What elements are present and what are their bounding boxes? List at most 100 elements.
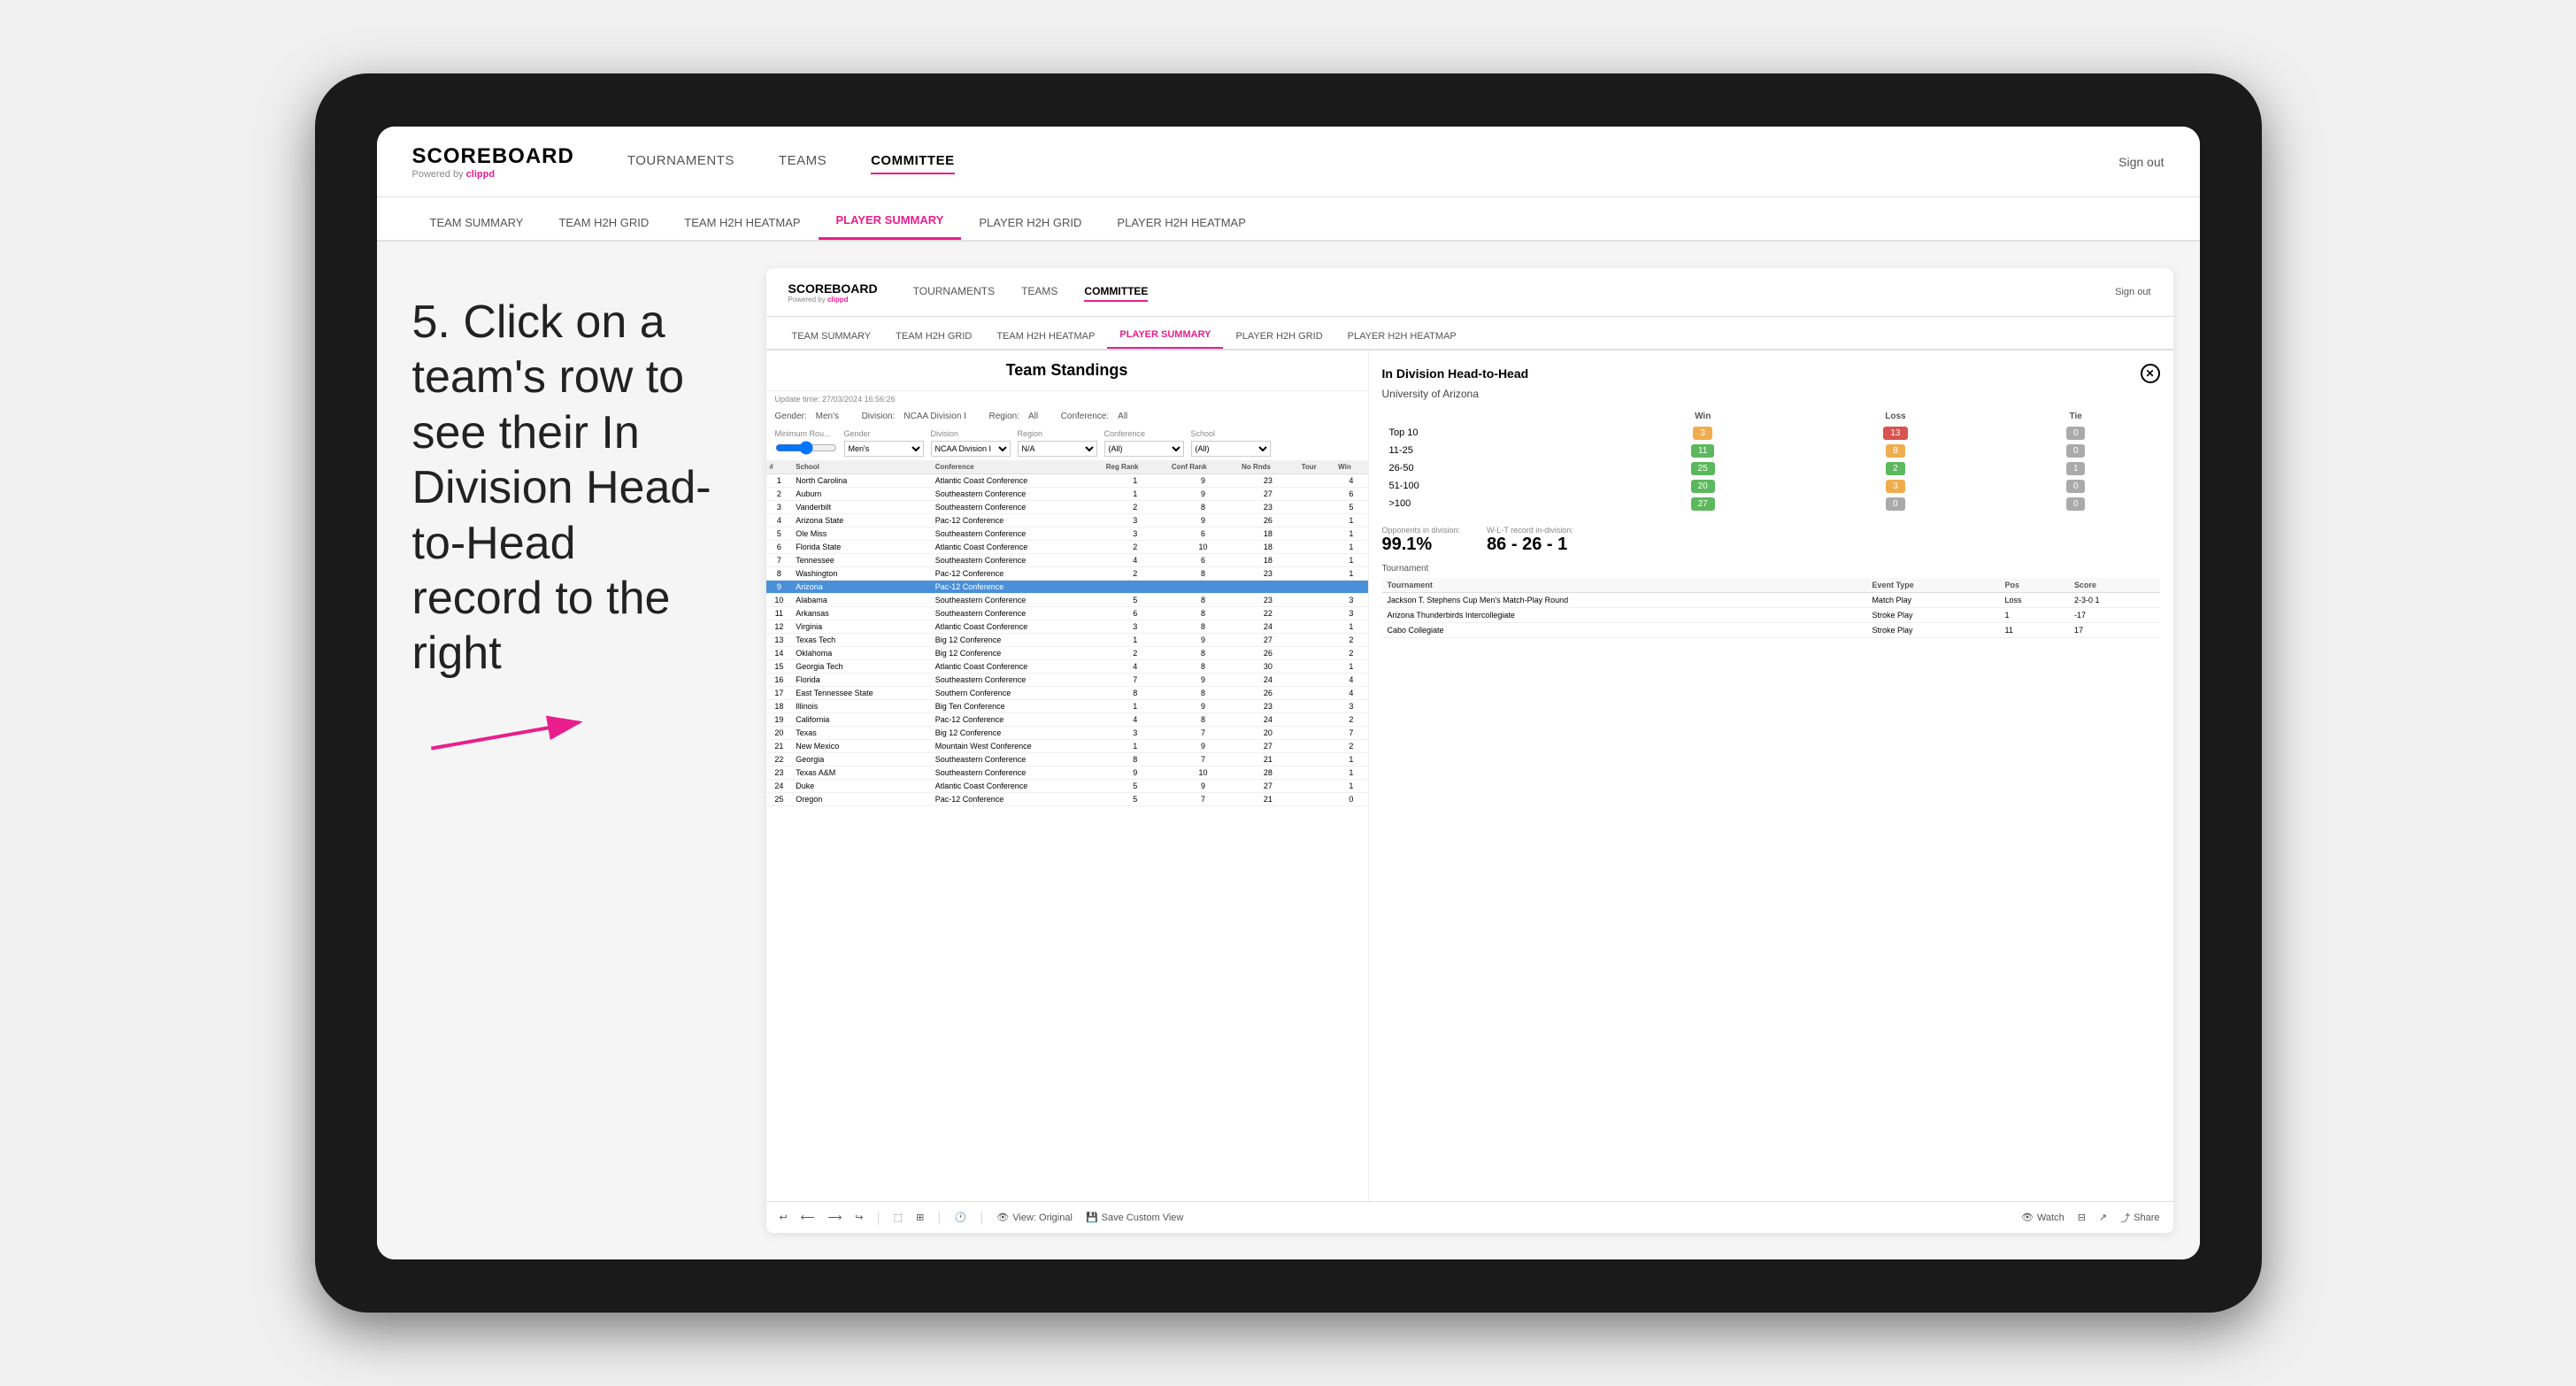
sub-tab-player-summary[interactable]: PLAYER SUMMARY — [819, 203, 962, 240]
right-panel: In Division Head-to-Head ✕ University of… — [1368, 350, 2173, 1201]
app-tab-player-summary[interactable]: PLAYER SUMMARY — [1107, 322, 1223, 349]
app-tab-team-h2h-heatmap[interactable]: TEAM H2H HEATMAP — [984, 324, 1107, 349]
table-row[interactable]: 13 Texas Tech Big 12 Conference 1 9 27 2 — [766, 634, 1368, 647]
separator-2: | — [937, 1210, 941, 1226]
h2h-close-button[interactable]: ✕ — [2141, 364, 2160, 383]
cell-tour — [1298, 501, 1335, 514]
copy-button[interactable]: ⬚ — [894, 1212, 903, 1223]
cell-conf-rank: 9 — [1168, 514, 1238, 527]
nav-tournaments[interactable]: TOURNAMENTS — [627, 149, 734, 174]
sub-tab-team-summary[interactable]: TEAM SUMMARY — [412, 205, 542, 240]
table-row[interactable]: 9 Arizona Pac-12 Conference — [766, 581, 1368, 594]
cell-win: 1 — [1334, 753, 1367, 766]
gender-select[interactable]: Men's — [844, 441, 924, 457]
tour-cell-type: Stroke Play — [1866, 608, 1999, 623]
tour-col-type: Event Type — [1866, 578, 1999, 593]
table-row[interactable]: 21 New Mexico Mountain West Conference 1… — [766, 740, 1368, 753]
table-row[interactable]: 2 Auburn Southeastern Conference 1 9 27 … — [766, 488, 1368, 501]
table-row[interactable]: 16 Florida Southeastern Conference 7 9 2… — [766, 674, 1368, 687]
instruction-panel: 5. Click on a team's row to see their In… — [377, 242, 749, 1259]
app-tab-team-h2h-grid[interactable]: TEAM H2H GRID — [883, 324, 984, 349]
layout-button[interactable]: ⊟ — [2078, 1212, 2086, 1223]
grid-button[interactable]: ⊞ — [916, 1212, 924, 1223]
cell-school: Tennessee — [792, 554, 932, 567]
table-row[interactable]: 17 East Tennessee State Southern Confere… — [766, 687, 1368, 700]
app-tab-team-summary[interactable]: TEAM SUMMARY — [780, 324, 884, 349]
gender-value: Men's — [816, 412, 839, 421]
nav-committee[interactable]: COMMITTEE — [871, 149, 955, 174]
app-sub-tabs: TEAM SUMMARY TEAM H2H GRID TEAM H2H HEAT… — [766, 317, 2173, 350]
view-original-button[interactable]: 👁 View: Original — [996, 1212, 1073, 1223]
cell-school: Florida — [792, 674, 932, 687]
table-row[interactable]: 1 North Carolina Atlantic Coast Conferen… — [766, 474, 1368, 488]
watch-button[interactable]: 👁 Watch — [2021, 1212, 2065, 1223]
h2h-cell-loss: 13 — [1799, 424, 1992, 442]
export-button[interactable]: ↗ — [2099, 1212, 2107, 1223]
cell-school: Vanderbilt — [792, 501, 932, 514]
sub-tab-team-h2h-grid[interactable]: TEAM H2H GRID — [541, 205, 666, 240]
cell-tour — [1298, 554, 1335, 567]
table-row[interactable]: 22 Georgia Southeastern Conference 8 7 2… — [766, 753, 1368, 766]
step-forward-button[interactable]: ⟶ — [828, 1212, 842, 1223]
col-reg-rank: Reg Rank — [1103, 460, 1168, 474]
table-row[interactable]: 6 Florida State Atlantic Coast Conferenc… — [766, 541, 1368, 554]
sub-tab-player-h2h-heatmap[interactable]: PLAYER H2H HEATMAP — [1099, 205, 1263, 240]
inner-nav-committee[interactable]: COMMITTEE — [1084, 282, 1148, 302]
conference-select[interactable]: (All) — [1104, 441, 1184, 457]
sub-tab-team-h2h-heatmap[interactable]: TEAM H2H HEATMAP — [666, 205, 818, 240]
cell-conference: Pac-12 Conference — [932, 713, 1103, 727]
division-select[interactable]: NCAA Division I — [931, 441, 1011, 457]
instruction-step: 5. — [412, 296, 450, 348]
cell-reg-rank: 4 — [1103, 660, 1168, 674]
table-row[interactable]: 20 Texas Big 12 Conference 3 7 20 7 — [766, 727, 1368, 740]
min-rounds-slider[interactable] — [775, 444, 837, 451]
table-row[interactable]: 5 Ole Miss Southeastern Conference 3 6 1… — [766, 527, 1368, 541]
cell-conference: Southeastern Conference — [932, 674, 1103, 687]
undo-button[interactable]: ↩ — [780, 1212, 788, 1223]
inner-sign-out[interactable]: Sign out — [2115, 287, 2150, 297]
cell-conf-rank: 8 — [1168, 713, 1238, 727]
top-nav-menu: TOURNAMENTS TEAMS COMMITTEE — [627, 149, 2118, 174]
table-row[interactable]: 8 Washington Pac-12 Conference 2 8 23 1 — [766, 567, 1368, 581]
table-row[interactable]: 25 Oregon Pac-12 Conference 5 7 21 0 — [766, 793, 1368, 806]
standings-table: # School Conference Reg Rank Conf Rank N… — [766, 460, 1368, 806]
nav-teams[interactable]: TEAMS — [779, 149, 827, 174]
app-tab-player-h2h-heatmap[interactable]: PLAYER H2H HEATMAP — [1335, 324, 1469, 349]
table-row[interactable]: 14 Oklahoma Big 12 Conference 2 8 26 2 — [766, 647, 1368, 660]
redo-button[interactable]: ↪ — [855, 1212, 863, 1223]
app-tab-player-h2h-grid[interactable]: PLAYER H2H GRID — [1223, 324, 1334, 349]
share-button[interactable]: ⤴ Share — [2120, 1211, 2159, 1225]
cell-conference: Pac-12 Conference — [932, 567, 1103, 581]
table-row[interactable]: 11 Arkansas Southeastern Conference 6 8 … — [766, 607, 1368, 620]
table-row[interactable]: 12 Virginia Atlantic Coast Conference 3 … — [766, 620, 1368, 634]
school-select[interactable]: (All) — [1191, 441, 1271, 457]
conference-label: Conference: — [1061, 412, 1109, 421]
region-select[interactable]: N/A — [1018, 441, 1097, 457]
table-row[interactable]: 3 Vanderbilt Southeastern Conference 2 8… — [766, 501, 1368, 514]
table-row[interactable]: 18 Illinois Big Ten Conference 1 9 23 3 — [766, 700, 1368, 713]
app-inner-header: SCOREBOARD Powered by clippd TOURNAMENTS… — [766, 268, 2173, 317]
table-row[interactable]: 10 Alabama Southeastern Conference 5 8 2… — [766, 594, 1368, 607]
sub-tab-player-h2h-grid[interactable]: PLAYER H2H GRID — [961, 205, 1099, 240]
clock-button[interactable]: 🕐 — [954, 1212, 966, 1223]
cell-conf-rank: 10 — [1168, 541, 1238, 554]
table-row[interactable]: 24 Duke Atlantic Coast Conference 5 9 27… — [766, 780, 1368, 793]
sign-out-button[interactable]: Sign out — [2118, 155, 2164, 169]
table-row[interactable]: 15 Georgia Tech Atlantic Coast Conferenc… — [766, 660, 1368, 674]
cell-school: North Carolina — [792, 474, 932, 488]
cell-num: 8 — [766, 567, 793, 581]
table-row[interactable]: 19 California Pac-12 Conference 4 8 24 2 — [766, 713, 1368, 727]
inner-nav-tournaments[interactable]: TOURNAMENTS — [913, 282, 995, 302]
table-row[interactable]: 4 Arizona State Pac-12 Conference 3 9 26… — [766, 514, 1368, 527]
col-win: Win — [1334, 460, 1367, 474]
cell-num: 6 — [766, 541, 793, 554]
save-custom-button[interactable]: 💾 Save Custom View — [1086, 1212, 1183, 1223]
inner-nav-teams[interactable]: TEAMS — [1021, 282, 1057, 302]
cell-num: 3 — [766, 501, 793, 514]
table-row[interactable]: 23 Texas A&M Southeastern Conference 9 1… — [766, 766, 1368, 780]
table-row[interactable]: 7 Tennessee Southeastern Conference 4 6 … — [766, 554, 1368, 567]
save-custom-label: Save Custom View — [1102, 1213, 1184, 1223]
step-back-button[interactable]: ⟵ — [801, 1212, 815, 1223]
tour-col-pos: Pos — [2000, 578, 2069, 593]
tour-cell-score: 17 — [2069, 623, 2160, 638]
